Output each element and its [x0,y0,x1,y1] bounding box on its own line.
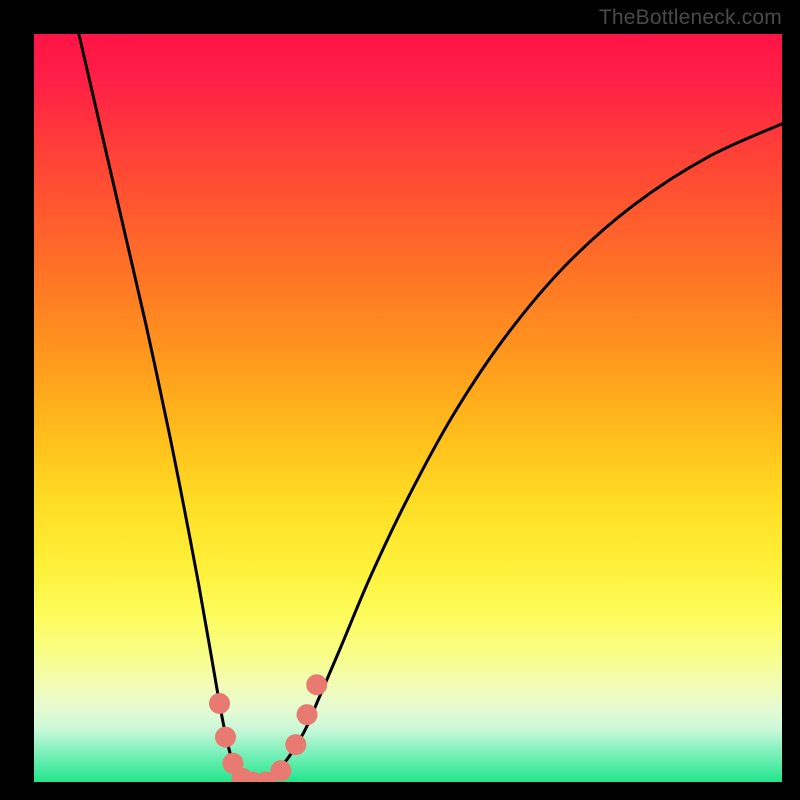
valley-dot [271,761,291,781]
chart-frame: TheBottleneck.com [0,0,800,800]
valley-dot [286,735,306,755]
valley-dot [210,693,230,713]
valley-dot [215,727,235,747]
valley-dot [297,705,317,725]
valley-dot [307,675,327,695]
watermark-text: TheBottleneck.com [599,6,782,30]
plot-area [34,34,782,782]
bottleneck-curve [34,34,782,782]
